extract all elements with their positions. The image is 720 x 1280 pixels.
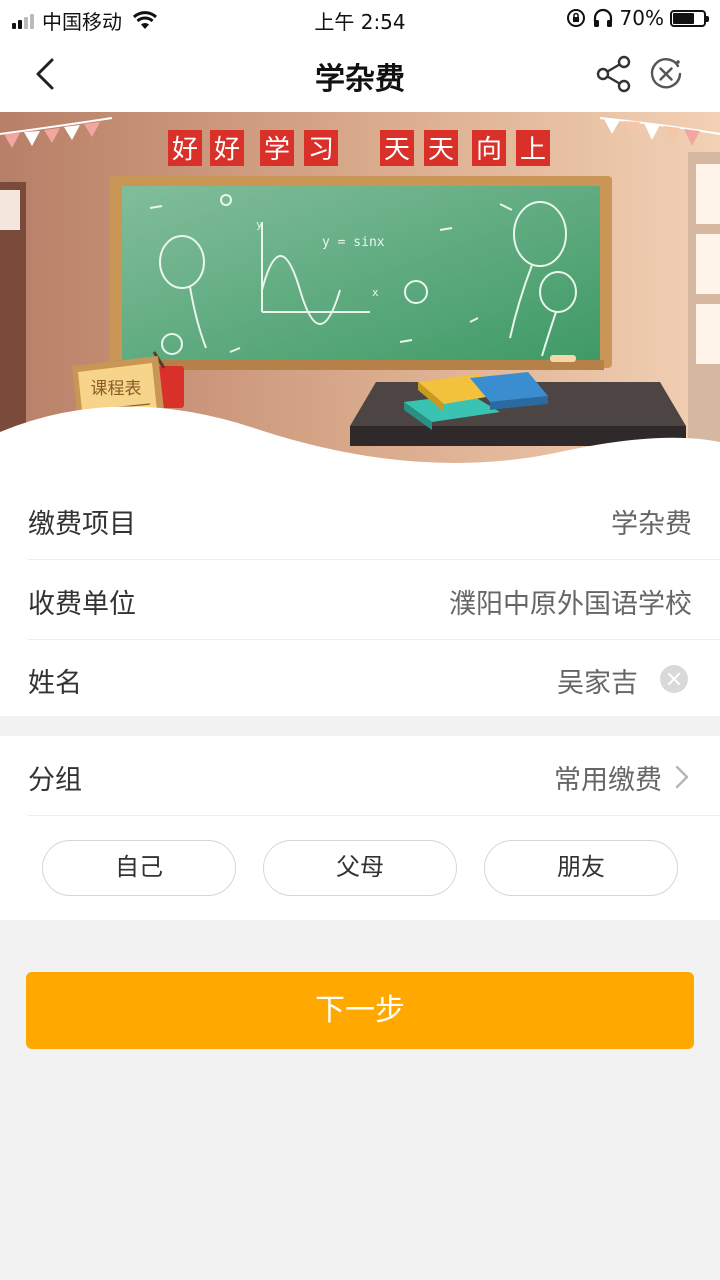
battery-percent: 70% [619,6,664,30]
chip-parents[interactable]: 父母 [263,840,457,896]
row-group[interactable]: 分组 常用缴费 [28,736,720,816]
classroom-banner: 好 好 学 习 天 天 向 上 y = sinx y x 课程表 [0,112,720,480]
payee-label: 收费单位 [28,589,136,620]
chalk-formula: y = sinx [322,235,385,250]
share-icon[interactable] [594,54,634,94]
svg-text:学: 学 [264,135,290,165]
headphones-icon [593,8,612,27]
chevron-right-icon [675,765,689,789]
svg-text:天: 天 [428,135,454,165]
row-name: 姓名 吴家吉 [28,639,720,719]
schedule-sign-text: 课程表 [91,379,142,399]
status-right: 70% [566,6,709,30]
svg-text:好: 好 [172,135,198,165]
svg-text:向: 向 [476,135,502,165]
battery-icon [670,9,709,27]
payment-item-value: 学杂费 [611,509,692,540]
row-payment-item: 缴费项目 学杂费 [28,480,720,560]
name-field[interactable]: 吴家吉 [557,661,638,700]
payment-item-label: 缴费项目 [28,509,136,540]
svg-text:习: 习 [308,135,334,165]
battery-fill [673,12,694,24]
payee-value: 濮阳中原外国语学校 [449,589,692,620]
group-label: 分组 [28,765,82,796]
payment-info-card: 缴费项目 学杂费 收费单位 濮阳中原外国语学校 姓名 吴家吉 [0,480,720,716]
chip-friends[interactable]: 朋友 [484,840,678,896]
group-chips: 自己 父母 朋友 [0,840,720,896]
group-card: 分组 常用缴费 自己 父母 朋友 [0,736,720,920]
classroom-illustration: 好 好 学 习 天 天 向 上 y = sinx y x 课程表 [0,112,720,480]
svg-text:上: 上 [520,135,546,165]
svg-text:好: 好 [214,135,240,165]
svg-text:天: 天 [384,135,410,165]
chip-self[interactable]: 自己 [42,840,236,896]
clear-icon[interactable] [660,665,688,693]
chalk-axis-y: y [256,218,263,231]
nav-bar: 学杂费 [0,36,720,112]
status-bar: 中国移动 上午 2:54 70% [0,0,720,36]
chalk-axis-x: x [372,286,379,299]
next-step-button[interactable]: 下一步 [26,972,694,1049]
row-payee: 收费单位 濮阳中原外国语学校 [28,560,720,640]
name-label: 姓名 [28,668,82,699]
close-circle-icon[interactable] [648,56,684,92]
group-value: 常用缴费 [554,765,662,796]
rotation-lock-icon [566,9,585,27]
